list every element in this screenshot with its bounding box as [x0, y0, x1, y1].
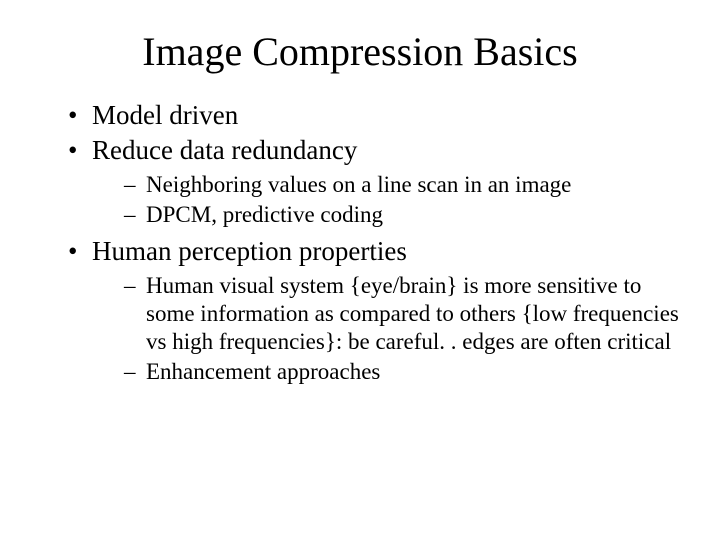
bullet-item: Model driven	[68, 99, 680, 132]
bullet-text: Model driven	[92, 100, 238, 130]
bullet-text: Reduce data redundancy	[92, 135, 357, 165]
bullet-list: Model driven Reduce data redundancy Neig…	[68, 99, 680, 386]
slide: Image Compression Basics Model driven Re…	[0, 0, 720, 540]
slide-title: Image Compression Basics	[40, 28, 680, 75]
bullet-item: Reduce data redundancy Neighboring value…	[68, 134, 680, 229]
bullet-item: Human perception properties Human visual…	[68, 235, 680, 386]
sub-bullet-text: Neighboring values on a line scan in an …	[146, 172, 571, 197]
sub-bullet-item: Enhancement approaches	[124, 358, 680, 386]
sub-bullet-text: Human visual system {eye/brain} is more …	[146, 273, 679, 354]
sub-bullet-item: Neighboring values on a line scan in an …	[124, 171, 680, 199]
sub-bullet-item: DPCM, predictive coding	[124, 201, 680, 229]
sub-list: Neighboring values on a line scan in an …	[124, 171, 680, 229]
sub-bullet-text: DPCM, predictive coding	[146, 202, 383, 227]
sub-bullet-text: Enhancement approaches	[146, 359, 380, 384]
bullet-text: Human perception properties	[92, 236, 407, 266]
sub-bullet-item: Human visual system {eye/brain} is more …	[124, 272, 680, 356]
sub-list: Human visual system {eye/brain} is more …	[124, 272, 680, 386]
